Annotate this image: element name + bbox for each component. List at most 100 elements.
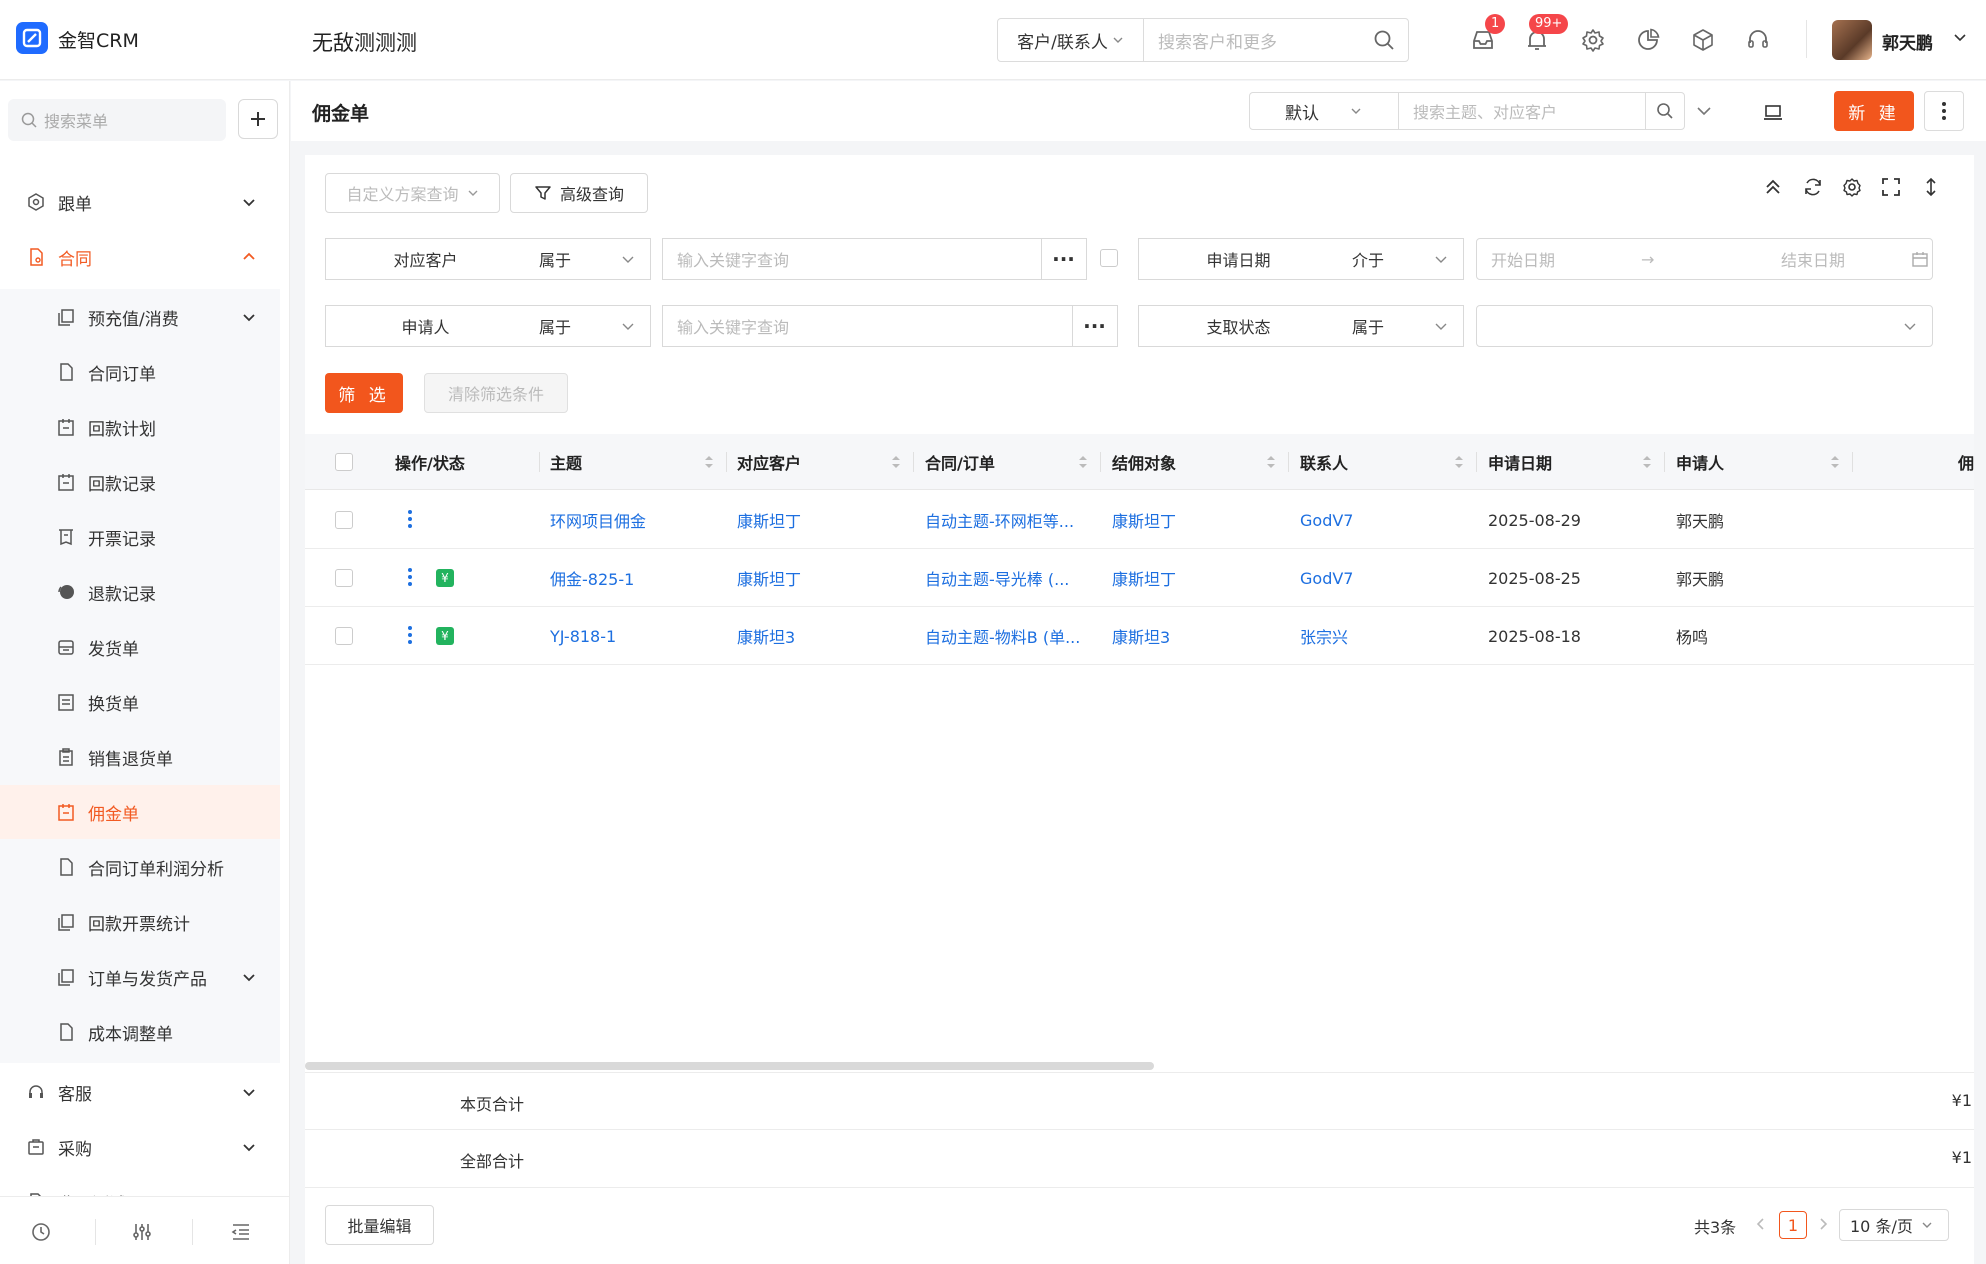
chevron-down-icon[interactable] xyxy=(1694,101,1714,121)
row-contract-link[interactable]: 自动主题-导光棒 (... xyxy=(925,549,1095,607)
sidebar-item-sales-return[interactable]: 销售退货单 xyxy=(0,730,280,784)
sidebar-item-contract-order[interactable]: 合同订单 xyxy=(0,345,280,399)
table-row[interactable]: 环网项目佣金 康斯坦丁 自动主题-环网柜等... 康斯坦丁 GodV7 2025… xyxy=(305,491,1974,549)
sidebar-item-invoice-record[interactable]: 开票记录 xyxy=(0,510,280,564)
view-select[interactable]: 默认 xyxy=(1249,92,1399,130)
sort-icon[interactable] xyxy=(1077,453,1089,471)
column-header-date[interactable]: 申请日期 xyxy=(1488,434,1552,490)
filter-customer-picker-button[interactable]: ··· xyxy=(1041,238,1087,280)
column-header-subject[interactable]: 主题 xyxy=(550,434,582,490)
sidebar-item-profit-analysis[interactable]: 合同订单利润分析 xyxy=(0,840,280,894)
sidebar-item-payment-plan[interactable]: 回款计划 xyxy=(0,400,280,454)
filter-pay-status-operator[interactable]: 属于 xyxy=(1338,305,1464,347)
global-search-input[interactable]: 搜索客户和更多 xyxy=(1144,28,1372,53)
column-header-contract[interactable]: 合同/订单 xyxy=(925,434,995,490)
filter-pay-status-select[interactable] xyxy=(1476,305,1933,347)
row-customer-link[interactable]: 康斯坦丁 xyxy=(737,549,907,607)
row-contact-link[interactable]: GodV7 xyxy=(1300,491,1470,549)
user-name[interactable]: 郭天鹏 xyxy=(1882,29,1933,54)
row-contract-link[interactable]: 自动主题-物料B (单... xyxy=(925,607,1095,665)
history-icon[interactable] xyxy=(30,1221,52,1243)
column-header-target[interactable]: 结佣对象 xyxy=(1112,434,1176,490)
row-checkbox[interactable] xyxy=(335,627,353,645)
sidebar-item-purchase[interactable]: 采购 xyxy=(0,1120,280,1174)
gear-icon[interactable] xyxy=(1580,27,1606,53)
cube-icon[interactable] xyxy=(1690,27,1716,53)
sidebar-item-shipment[interactable]: 发货单 xyxy=(0,620,280,674)
menu-search-input[interactable]: 搜索菜单 xyxy=(8,99,226,141)
search-scope-select[interactable]: 客户/联系人 xyxy=(998,19,1144,61)
sort-icon[interactable] xyxy=(1829,453,1841,471)
collapse-menu-icon[interactable] xyxy=(230,1221,252,1243)
row-contact-link[interactable]: 张宗兴 xyxy=(1300,607,1470,665)
filter-apply-date-operator[interactable]: 介于 xyxy=(1338,238,1464,280)
sidebar-item-refund-record[interactable]: 退款记录 xyxy=(0,565,280,619)
filter-date-range[interactable]: 开始日期 → 结束日期 xyxy=(1476,238,1933,280)
sidebar-item-payment-record[interactable]: 回款记录 xyxy=(0,455,280,509)
row-checkbox[interactable] xyxy=(335,511,353,529)
laptop-icon[interactable] xyxy=(1762,101,1784,123)
select-all-checkbox[interactable] xyxy=(335,453,353,471)
advanced-query-button[interactable]: 高级查询 xyxy=(510,173,648,213)
refresh-icon[interactable] xyxy=(1802,176,1824,198)
column-header-applicant[interactable]: 申请人 xyxy=(1676,434,1724,490)
filter-applicant-picker-button[interactable]: ··· xyxy=(1072,305,1118,347)
inbox-icon[interactable]: 1 xyxy=(1470,14,1506,53)
filter-applicant-operator[interactable]: 属于 xyxy=(525,305,651,347)
column-header-contact[interactable]: 联系人 xyxy=(1300,434,1348,490)
headset-icon[interactable] xyxy=(1745,27,1771,53)
row-subject-link[interactable]: 环网项目佣金 xyxy=(550,491,720,549)
row-target-link[interactable]: 康斯坦3 xyxy=(1112,607,1282,665)
sidebar-item-commission[interactable]: 佣金单 xyxy=(0,785,280,839)
chevron-right-icon[interactable] xyxy=(1815,1214,1831,1234)
sidebar-item-follow[interactable]: 跟单 xyxy=(0,175,280,229)
pie-chart-icon[interactable] xyxy=(1635,27,1661,53)
row-subject-link[interactable]: YJ-818-1 xyxy=(550,607,720,665)
chevron-down-icon[interactable] xyxy=(1952,30,1968,46)
row-contract-link[interactable]: 自动主题-环网柜等... xyxy=(925,491,1095,549)
sliders-icon[interactable] xyxy=(131,1221,153,1243)
sort-icon[interactable] xyxy=(1641,453,1653,471)
record-search-button[interactable] xyxy=(1645,92,1685,130)
filter-customer-input[interactable]: 输入关键字查询 xyxy=(662,238,1042,280)
sort-icon[interactable] xyxy=(1453,453,1465,471)
app-logo-icon[interactable] xyxy=(16,22,48,54)
row-subject-link[interactable]: 佣金-825-1 xyxy=(550,549,720,607)
column-header-customer[interactable]: 对应客户 xyxy=(737,434,801,490)
sort-icon[interactable] xyxy=(890,453,902,471)
new-button[interactable]: 新 建 xyxy=(1834,91,1914,131)
more-vertical-icon[interactable] xyxy=(406,566,414,588)
sort-icon[interactable] xyxy=(1265,453,1277,471)
batch-edit-button[interactable]: 批量编辑 xyxy=(325,1205,434,1245)
sidebar-item-order-products[interactable]: 订单与发货产品 xyxy=(0,950,280,1004)
avatar[interactable] xyxy=(1832,20,1872,60)
page-size-select[interactable]: 10 条/页 xyxy=(1839,1209,1949,1241)
scheme-select[interactable]: 自定义方案查询 xyxy=(325,173,500,213)
collapse-up-icon[interactable] xyxy=(1762,176,1784,198)
row-target-link[interactable]: 康斯坦丁 xyxy=(1112,491,1282,549)
clear-filters-button[interactable]: 清除筛选条件 xyxy=(424,373,568,413)
filter-applicant-input[interactable]: 输入关键字查询 xyxy=(662,305,1073,347)
sidebar-item-contract[interactable]: 合同 xyxy=(0,230,280,284)
sidebar-item-cost-adjust[interactable]: 成本调整单 xyxy=(0,1005,280,1059)
row-target-link[interactable]: 康斯坦丁 xyxy=(1112,549,1282,607)
filter-customer-checkbox[interactable] xyxy=(1100,249,1118,267)
table-row[interactable]: ¥ YJ-818-1 康斯坦3 自动主题-物料B (单... 康斯坦3 张宗兴 … xyxy=(305,607,1974,665)
record-search-input[interactable]: 搜索主题、对应客户 xyxy=(1398,92,1646,130)
row-checkbox[interactable] xyxy=(335,569,353,587)
sort-icon[interactable] xyxy=(703,453,715,471)
row-customer-link[interactable]: 康斯坦3 xyxy=(737,607,907,665)
more-button[interactable] xyxy=(1924,91,1964,131)
sidebar-item-prepay[interactable]: 预充值/消费 xyxy=(0,290,280,344)
fullscreen-icon[interactable] xyxy=(1880,176,1902,198)
more-vertical-icon[interactable] xyxy=(406,624,414,646)
filter-button[interactable]: 筛 选 xyxy=(325,373,403,413)
settings-icon[interactable] xyxy=(1841,176,1863,198)
table-row[interactable]: ¥ 佣金-825-1 康斯坦丁 自动主题-导光棒 (... 康斯坦丁 GodV7… xyxy=(305,549,1974,607)
search-icon[interactable] xyxy=(1372,28,1408,52)
row-height-icon[interactable] xyxy=(1920,176,1942,198)
row-contact-link[interactable]: GodV7 xyxy=(1300,549,1470,607)
horizontal-scrollbar[interactable] xyxy=(305,1062,1154,1070)
chevron-left-icon[interactable] xyxy=(1753,1214,1769,1234)
page-number-button[interactable]: 1 xyxy=(1779,1211,1807,1239)
